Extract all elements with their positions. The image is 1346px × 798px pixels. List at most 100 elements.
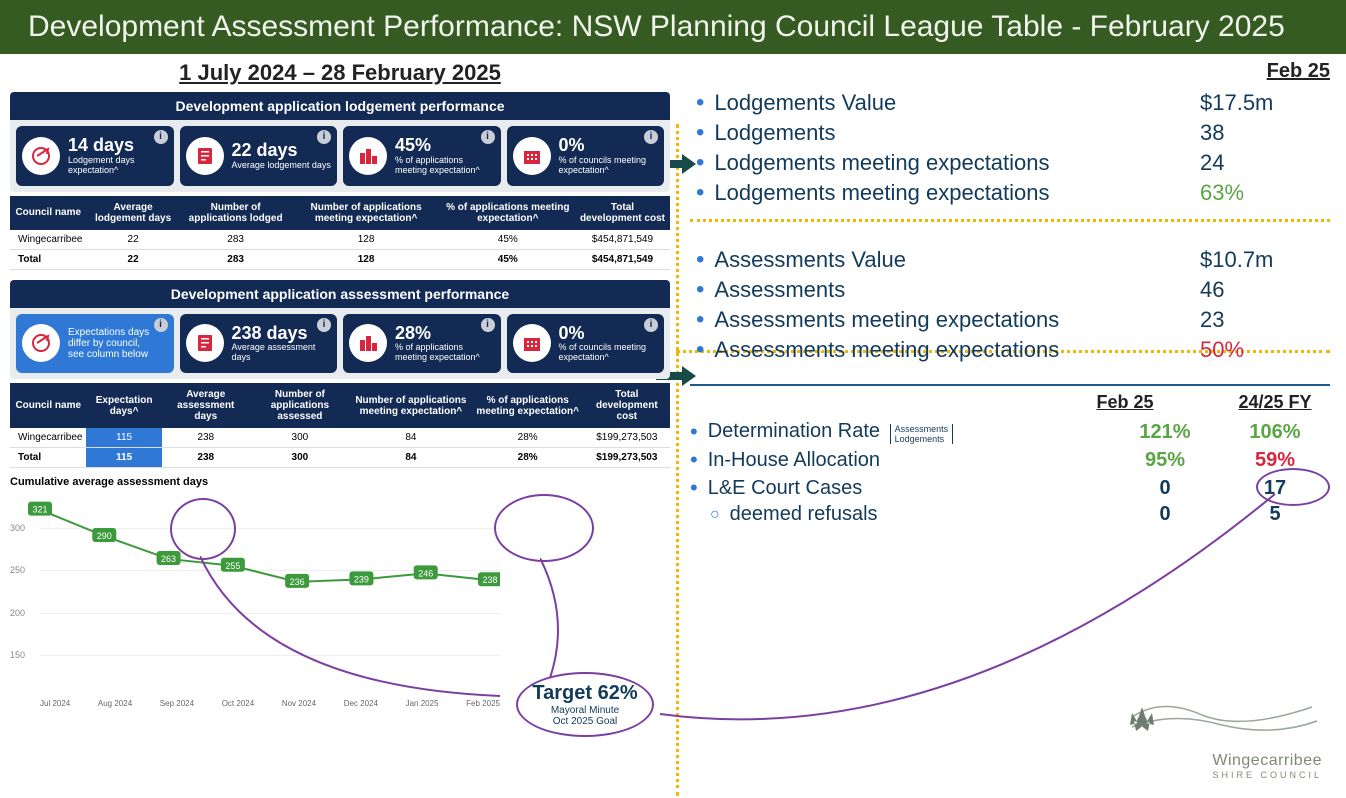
table-header: Total development cost: [575, 196, 670, 230]
lodgement-section-title: Development application lodgement perfor…: [10, 92, 670, 120]
xtick-label: Jan 2025: [406, 699, 439, 708]
lodgement-table: Council nameAverage lodgement daysNumber…: [10, 196, 670, 270]
info-icon[interactable]: i: [644, 318, 658, 332]
metric-row: Determination Rate AssessmentsLodgements…: [690, 419, 1330, 445]
metric-label: deemed refusals: [730, 503, 1110, 526]
stat-value: 38: [1200, 120, 1330, 146]
table-cell: Total: [10, 249, 86, 269]
data-point: 236: [285, 574, 309, 588]
info-icon[interactable]: i: [481, 318, 495, 332]
info-icon[interactable]: i: [481, 130, 495, 144]
card-value: 28%: [395, 324, 495, 344]
metric-card: i 22 daysAverage lodgement days: [180, 126, 338, 186]
table-cell: $454,871,549: [575, 230, 670, 250]
stat-label: Lodgements Value: [714, 90, 1200, 116]
table-cell: 84: [350, 448, 472, 468]
table-header: Number of applications assessed: [250, 383, 350, 428]
stat-label: Lodgements meeting expectations: [714, 150, 1200, 176]
chart-svg: 321290263255236239246238: [10, 492, 500, 692]
table-cell: $454,871,549: [575, 249, 670, 269]
assessment-table: Council nameExpectation days^Average ass…: [10, 383, 670, 468]
metric-card: i Expectations daysdiffer by council,see…: [16, 314, 174, 374]
card-icon: [22, 137, 60, 175]
data-point: 238: [478, 572, 500, 586]
stat-row: Assessments meeting expectations50%: [718, 336, 1330, 364]
xtick-label: Jul 2024: [40, 699, 70, 708]
svg-text:263: 263: [161, 554, 176, 564]
table-header: % of applications meeting expectation^: [472, 383, 584, 428]
metric-value-fy: 106%: [1220, 421, 1330, 444]
table-cell: 300: [250, 428, 350, 448]
card-icon: [513, 324, 551, 362]
table-cell: Wingecarribee: [10, 428, 86, 448]
svg-text:255: 255: [225, 561, 240, 571]
stat-row: Assessments Value$10.7m: [718, 246, 1330, 274]
info-icon[interactable]: i: [644, 130, 658, 144]
stat-value: 46: [1200, 277, 1330, 303]
assessment-days-chart: Average assessment days 1502002503003212…: [10, 492, 500, 692]
table-header: Number of applications meeting expectati…: [350, 383, 472, 428]
stat-row: Lodgements Value$17.5m: [718, 89, 1330, 117]
stat-label: Assessments Value: [714, 247, 1200, 273]
table-cell: 28%: [472, 428, 584, 448]
assessment-section-title: Development application assessment perfo…: [10, 280, 670, 308]
table-header: Expectation days^: [86, 383, 161, 428]
card-value: 45%: [395, 136, 495, 156]
card-value: 22 days: [232, 141, 331, 161]
metric-label: In-House Allocation: [708, 449, 1110, 472]
table-header: Council name: [10, 196, 86, 230]
stat-value: 63%: [1200, 180, 1330, 206]
metric-value-fy: 59%: [1220, 449, 1330, 472]
stat-value: $10.7m: [1200, 247, 1330, 273]
metric-card: i 45%% of applications meeting expectati…: [343, 126, 501, 186]
data-point: 246: [414, 566, 438, 580]
metric-value-month: 0: [1110, 503, 1220, 526]
table-cell: 283: [180, 249, 292, 269]
metrics-col2-head: 24/25 FY: [1220, 392, 1330, 413]
card-label: % of councils meeting expectation^: [559, 156, 659, 176]
table-cell: 283: [180, 230, 292, 250]
table-cell: 128: [292, 249, 441, 269]
table-cell: 84: [350, 428, 472, 448]
assessment-stats-list: Assessments Value$10.7mAssessments46Asse…: [690, 246, 1330, 364]
table-cell: 45%: [441, 230, 575, 250]
info-icon[interactable]: i: [154, 318, 168, 332]
table-header: Council name: [10, 383, 86, 428]
stat-value: $17.5m: [1200, 90, 1330, 116]
table-cell: 45%: [441, 249, 575, 269]
svg-text:246: 246: [418, 569, 433, 579]
card-label: Lodgement days expectation^: [68, 156, 168, 176]
page-title: Development Assessment Performance: NSW …: [0, 0, 1346, 54]
table-cell: 300: [250, 448, 350, 468]
table-header: Total development cost: [584, 383, 670, 428]
metric-value-month: 121%: [1110, 421, 1220, 444]
metric-label: L&E Court Cases: [708, 477, 1110, 500]
metric-value-fy: 5: [1220, 503, 1330, 526]
card-value: 0%: [559, 136, 659, 156]
card-label: Expectations daysdiffer by council,see c…: [68, 327, 149, 360]
table-cell: $199,273,503: [584, 428, 670, 448]
info-icon[interactable]: i: [154, 130, 168, 144]
card-icon: [349, 324, 387, 362]
stat-label: Lodgements: [714, 120, 1200, 146]
info-icon[interactable]: i: [317, 130, 331, 144]
card-value: 238 days: [232, 324, 332, 344]
svg-text:290: 290: [97, 531, 112, 541]
info-icon[interactable]: i: [317, 318, 331, 332]
month-header: Feb 25: [1267, 60, 1330, 83]
table-cell: 238: [162, 448, 250, 468]
target-main: Target 62%: [532, 682, 637, 705]
card-label: Average assessment days: [232, 343, 332, 363]
divider: [690, 384, 1330, 386]
metric-card: i 28%% of applications meeting expectati…: [343, 314, 501, 374]
card-label: Average lodgement days: [232, 161, 331, 171]
table-row: Total2228312845%$454,871,549: [10, 249, 670, 269]
metric-card: i 0%% of councils meeting expectation^: [507, 126, 665, 186]
card-icon: [22, 324, 60, 362]
xtick-label: Feb 2025: [466, 699, 500, 708]
metric-value-month: 0: [1110, 477, 1220, 500]
metric-row: L&E Court Cases 0 17: [690, 475, 1330, 501]
metric-row: deemed refusals 0 5: [690, 503, 1330, 526]
data-point: 263: [157, 551, 181, 565]
target-sub1: Mayoral Minute: [532, 705, 637, 716]
